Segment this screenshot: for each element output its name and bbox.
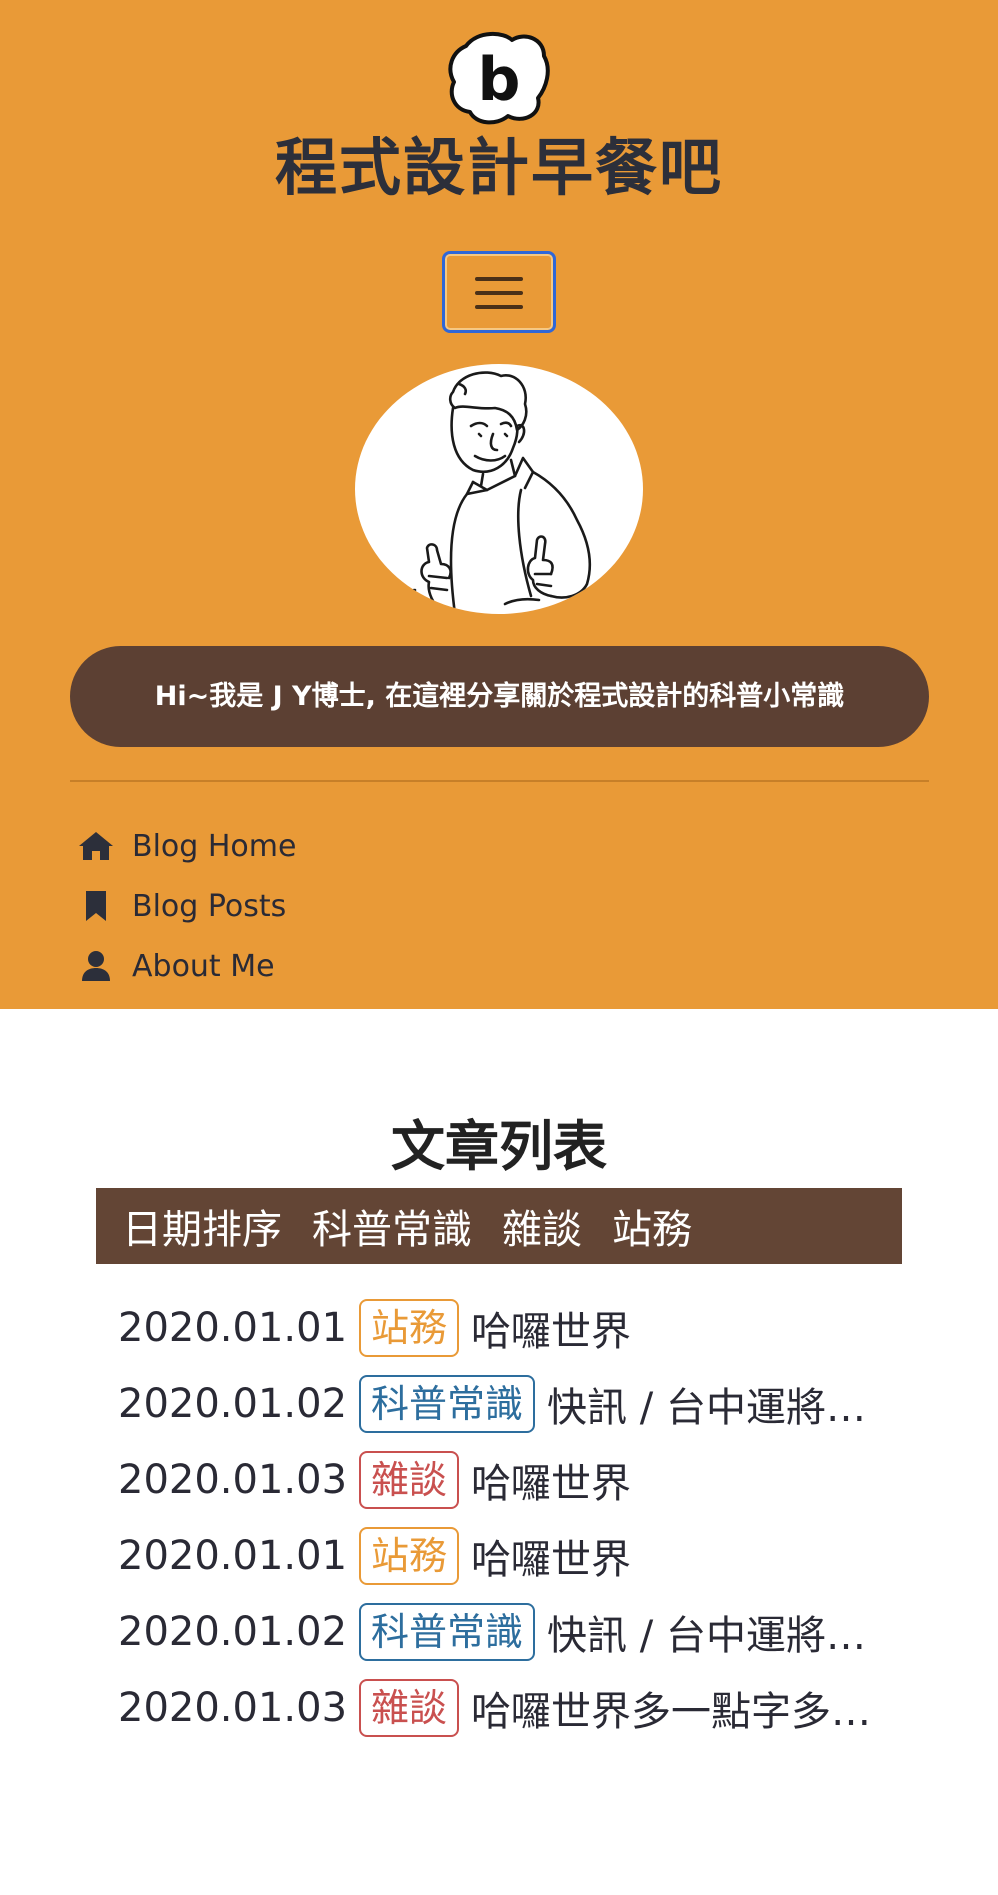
- avatar: [355, 364, 643, 614]
- post-row[interactable]: 2020.01.03 雜談 哈囉世界: [118, 1442, 900, 1518]
- intro-banner: Hi~我是 J Y博士, 在這裡分享關於程式設計的科普小常識: [70, 646, 929, 747]
- post-title[interactable]: 快訊 / 台中運將…: [547, 1375, 866, 1433]
- nav-item-label: Blog Posts: [132, 888, 287, 924]
- post-row[interactable]: 2020.01.01 站務 哈囉世界: [118, 1290, 900, 1366]
- post-title[interactable]: 快訊 / 台中運將…: [547, 1603, 866, 1661]
- post-date: 2020.01.01: [118, 1305, 348, 1351]
- bookmark-icon: [76, 889, 116, 923]
- logo[interactable]: b: [446, 28, 552, 128]
- post-title[interactable]: 哈囉世界: [471, 1451, 631, 1509]
- filter-sort-by-date[interactable]: 日期排序: [122, 1197, 282, 1255]
- post-tag[interactable]: 雜談: [359, 1451, 460, 1509]
- filter-science[interactable]: 科普常識: [312, 1197, 472, 1255]
- sidebar-nav: Blog Home Blog Posts About Me: [76, 816, 476, 996]
- post-date: 2020.01.02: [118, 1381, 348, 1427]
- post-tag[interactable]: 雜談: [359, 1679, 460, 1737]
- post-list-title: 文章列表: [391, 1115, 607, 1178]
- post-row[interactable]: 2020.01.03 雜談 哈囉世界多一點字多…: [118, 1670, 900, 1746]
- post-list: 2020.01.01 站務 哈囉世界 2020.01.02 科普常識 快訊 / …: [118, 1290, 900, 1746]
- filter-chat[interactable]: 雜談: [502, 1197, 582, 1255]
- post-row[interactable]: 2020.01.01 站務 哈囉世界: [118, 1518, 900, 1594]
- menu-toggle-button[interactable]: [442, 251, 556, 333]
- nav-item-label: About Me: [132, 948, 275, 984]
- nav-item-blog-home[interactable]: Blog Home: [76, 816, 476, 876]
- logo-letter: b: [478, 45, 521, 115]
- post-date: 2020.01.01: [118, 1533, 348, 1579]
- user-icon: [76, 949, 116, 983]
- post-title[interactable]: 哈囉世界: [471, 1299, 631, 1357]
- post-row[interactable]: 2020.01.02 科普常識 快訊 / 台中運將…: [118, 1366, 900, 1442]
- post-date: 2020.01.02: [118, 1609, 348, 1655]
- post-tag[interactable]: 科普常識: [359, 1375, 536, 1433]
- home-icon: [76, 829, 116, 863]
- post-date: 2020.01.03: [118, 1685, 348, 1731]
- post-date: 2020.01.03: [118, 1457, 348, 1503]
- post-row[interactable]: 2020.01.02 科普常識 快訊 / 台中運將…: [118, 1594, 900, 1670]
- post-tag[interactable]: 科普常識: [359, 1603, 536, 1661]
- divider: [70, 780, 929, 782]
- nav-item-blog-posts[interactable]: Blog Posts: [76, 876, 476, 936]
- filter-bar: 日期排序 科普常識 雜談 站務: [96, 1188, 902, 1264]
- nav-item-about-me[interactable]: About Me: [76, 936, 476, 996]
- post-title[interactable]: 哈囉世界: [471, 1527, 631, 1585]
- filter-site-news[interactable]: 站務: [612, 1197, 692, 1255]
- site-title[interactable]: 程式設計早餐吧: [0, 128, 998, 208]
- post-tag[interactable]: 站務: [359, 1527, 460, 1585]
- post-tag[interactable]: 站務: [359, 1299, 460, 1357]
- site-header: b 程式設計早餐吧 Hi~我是 J Y博士, 在這裡分享關於程式設計的科普小常識…: [0, 0, 998, 1009]
- post-title[interactable]: 哈囉世界多一點字多…: [471, 1679, 871, 1737]
- nav-item-label: Blog Home: [132, 828, 297, 864]
